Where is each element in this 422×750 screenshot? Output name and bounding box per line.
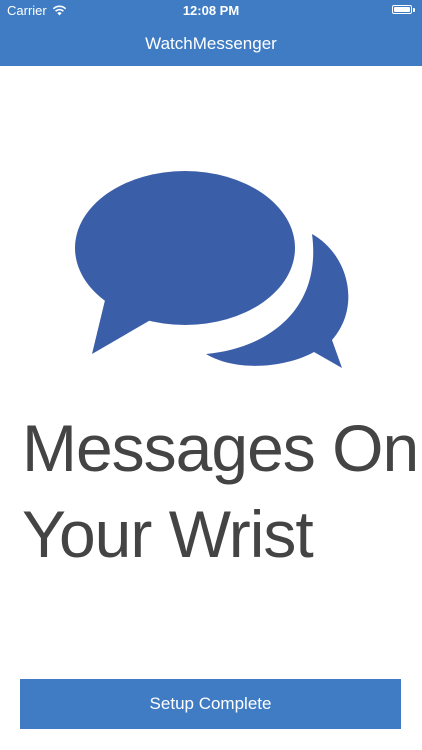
battery-level (394, 7, 410, 12)
battery-tip (413, 8, 415, 12)
tagline-line-1: Messages On (22, 411, 419, 485)
status-time: 12:08 PM (182, 3, 240, 18)
chat-bubbles-icon (75, 171, 349, 368)
tagline: Messages On Your Wrist (22, 405, 419, 577)
battery-icon (392, 5, 415, 14)
nav-bar: WatchMessenger (0, 22, 422, 66)
status-bar: Carrier 12:08 PM (0, 0, 422, 22)
nav-title: WatchMessenger (145, 34, 277, 53)
setup-complete-button[interactable]: Setup Complete (20, 679, 401, 729)
tagline-line-2: Your Wrist (22, 497, 314, 571)
big-bubble-shape (75, 171, 295, 354)
